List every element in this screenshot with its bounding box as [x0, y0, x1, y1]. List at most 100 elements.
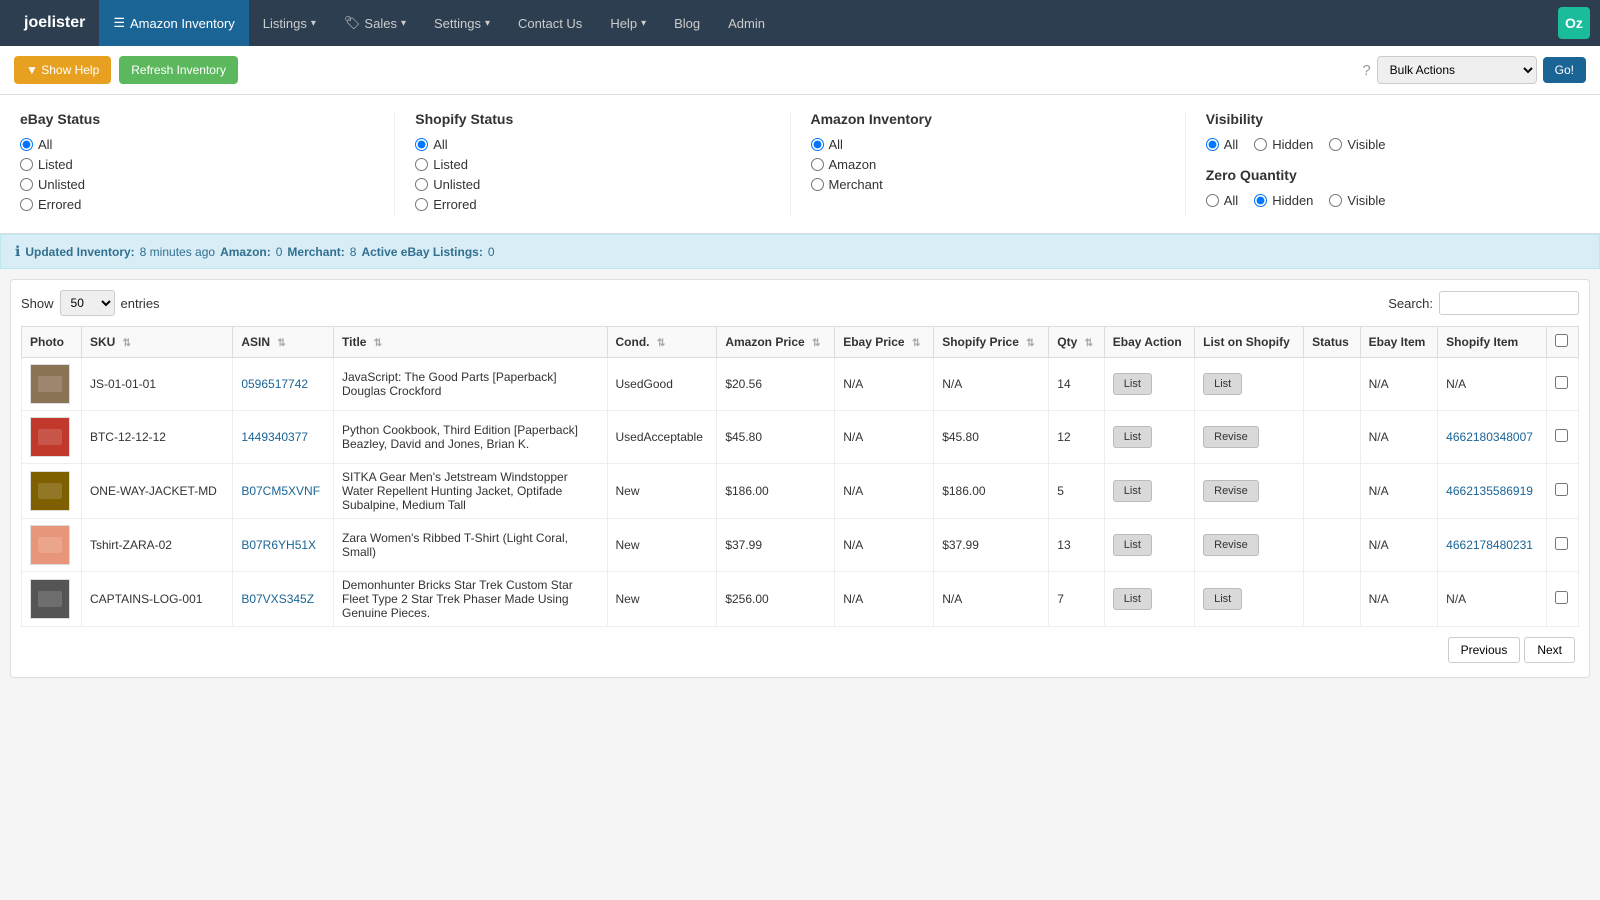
row-select-checkbox[interactable]: [1555, 376, 1568, 389]
shopify-action-button[interactable]: Revise: [1203, 534, 1259, 556]
nav-help[interactable]: Help ▾: [596, 0, 660, 46]
qty-cell: 12: [1049, 411, 1104, 464]
ebay-listings-label: Active eBay Listings:: [361, 245, 482, 259]
asin-link[interactable]: 0596517742: [241, 377, 308, 391]
tag-icon: 🏷: [344, 15, 361, 31]
ebay-unlisted-radio[interactable]: [20, 178, 33, 191]
ebay-all-radio[interactable]: [20, 138, 33, 151]
asin-link[interactable]: 1449340377: [241, 430, 308, 444]
ebay-price-sort-icon: ⇅: [912, 338, 920, 349]
zq-visible-radio[interactable]: [1329, 194, 1342, 207]
shopify-action-button[interactable]: List: [1203, 373, 1242, 395]
photo-cell: [22, 519, 82, 572]
refresh-inventory-button[interactable]: Refresh Inventory: [119, 56, 238, 84]
col-asin[interactable]: ASIN ⇅: [233, 327, 334, 358]
ebay-status-title: eBay Status: [20, 111, 374, 127]
col-ebay-price[interactable]: Ebay Price ⇅: [835, 327, 934, 358]
ebay-list-button[interactable]: List: [1113, 588, 1152, 610]
ebay-errored-radio[interactable]: [20, 198, 33, 211]
amazon-all-radio[interactable]: [811, 138, 824, 151]
shopify-action-button[interactable]: Revise: [1203, 480, 1259, 502]
ebay-list-button[interactable]: List: [1113, 534, 1152, 556]
ebay-list-button[interactable]: List: [1113, 426, 1152, 448]
brand-logo[interactable]: joelister: [10, 0, 99, 46]
zq-hidden-radio[interactable]: [1254, 194, 1267, 207]
table-header-row: Photo SKU ⇅ ASIN ⇅ Title ⇅ Cond. ⇅ Amazo…: [22, 327, 1579, 358]
visibility-visible-radio[interactable]: [1329, 138, 1342, 151]
nav-contact[interactable]: Contact Us: [504, 0, 596, 46]
shopify-unlisted-radio-row: Unlisted: [415, 177, 769, 192]
help-circle-icon[interactable]: ?: [1362, 62, 1370, 79]
sales-caret-icon: ▾: [401, 18, 406, 29]
shopify-unlisted-radio[interactable]: [415, 178, 428, 191]
ebay-item-cell: N/A: [1360, 464, 1438, 519]
nav-amazon-inventory[interactable]: ☰ Amazon Inventory: [99, 0, 248, 46]
previous-button[interactable]: Previous: [1448, 637, 1521, 663]
visibility-radio-group: All Hidden Visible: [1206, 137, 1560, 157]
show-help-button[interactable]: ▼ Show Help: [14, 56, 111, 84]
condition-cell: New: [607, 464, 717, 519]
table-row: JS-01-01-010596517742JavaScript: The Goo…: [22, 358, 1579, 411]
shopify-action-button[interactable]: List: [1203, 588, 1242, 610]
zq-all-radio[interactable]: [1206, 194, 1219, 207]
sku-cell: Tshirt-ZARA-02: [81, 519, 232, 572]
table-row: CAPTAINS-LOG-001B07VXS345ZDemonhunter Br…: [22, 572, 1579, 627]
ebay-price-cell: N/A: [835, 572, 934, 627]
shopify-listed-radio[interactable]: [415, 158, 428, 171]
nav-admin[interactable]: Admin: [714, 0, 779, 46]
photo-cell: [22, 464, 82, 519]
data-table: Photo SKU ⇅ ASIN ⇅ Title ⇅ Cond. ⇅ Amazo…: [21, 326, 1579, 627]
entries-select[interactable]: 10 25 50 100: [60, 290, 115, 316]
amazon-amazon-radio[interactable]: [811, 158, 824, 171]
select-all-checkbox[interactable]: [1555, 334, 1568, 347]
shopify-all-radio-row: All: [415, 137, 769, 152]
ebay-list-button[interactable]: List: [1113, 480, 1152, 502]
ebay-action-cell: List: [1104, 358, 1194, 411]
row-select-checkbox[interactable]: [1555, 591, 1568, 604]
col-title[interactable]: Title ⇅: [334, 327, 608, 358]
asin-link[interactable]: B07CM5XVNF: [241, 484, 320, 498]
visibility-hidden-radio[interactable]: [1254, 138, 1267, 151]
amazon-merchant-radio[interactable]: [811, 178, 824, 191]
shopify-price-cell: N/A: [934, 572, 1049, 627]
nav-blog[interactable]: Blog: [660, 0, 714, 46]
shopify-action-button[interactable]: Revise: [1203, 426, 1259, 448]
shopify-price-cell: $45.80: [934, 411, 1049, 464]
list-shopify-cell: List: [1195, 572, 1304, 627]
visibility-all-label: All: [1224, 137, 1238, 152]
row-select-checkbox[interactable]: [1555, 537, 1568, 550]
nav-settings[interactable]: Settings ▾: [420, 0, 504, 46]
row-checkbox-cell: [1547, 464, 1579, 519]
ebay-listed-radio[interactable]: [20, 158, 33, 171]
nav-sales[interactable]: 🏷 Sales ▾: [330, 0, 420, 46]
search-label: Search:: [1388, 296, 1433, 311]
col-sku[interactable]: SKU ⇅: [81, 327, 232, 358]
row-select-checkbox[interactable]: [1555, 429, 1568, 442]
go-button[interactable]: Go!: [1543, 57, 1586, 83]
col-shopify-price[interactable]: Shopify Price ⇅: [934, 327, 1049, 358]
pagination-row: Previous Next: [21, 627, 1579, 667]
row-select-checkbox[interactable]: [1555, 483, 1568, 496]
col-cond[interactable]: Cond. ⇅: [607, 327, 717, 358]
shopify-all-radio[interactable]: [415, 138, 428, 151]
shopify-item-link[interactable]: 4662135586919: [1446, 484, 1533, 498]
asin-link[interactable]: B07VXS345Z: [241, 592, 314, 606]
shopify-item-link[interactable]: 4662180348007: [1446, 430, 1533, 444]
qty-cell: 14: [1049, 358, 1104, 411]
bulk-actions-select[interactable]: Bulk Actions List on eBay List on Shopif…: [1377, 56, 1537, 84]
next-button[interactable]: Next: [1524, 637, 1575, 663]
ebay-list-button[interactable]: List: [1113, 373, 1152, 395]
search-input[interactable]: [1439, 291, 1579, 315]
col-shopify-item: Shopify Item: [1438, 327, 1547, 358]
nav-listings[interactable]: Listings ▾: [249, 0, 330, 46]
shopify-item-cell: N/A: [1438, 358, 1547, 411]
visibility-all-radio[interactable]: [1206, 138, 1219, 151]
user-avatar[interactable]: Oz: [1558, 7, 1590, 39]
col-qty[interactable]: Qty ⇅: [1049, 327, 1104, 358]
col-amazon-price[interactable]: Amazon Price ⇅: [717, 327, 835, 358]
visibility-hidden-radio-row: Hidden: [1254, 137, 1313, 152]
shopify-errored-radio[interactable]: [415, 198, 428, 211]
shopify-item-link[interactable]: 4662178480231: [1446, 538, 1533, 552]
asin-link[interactable]: B07R6YH51X: [241, 538, 316, 552]
list-shopify-cell: Revise: [1195, 464, 1304, 519]
